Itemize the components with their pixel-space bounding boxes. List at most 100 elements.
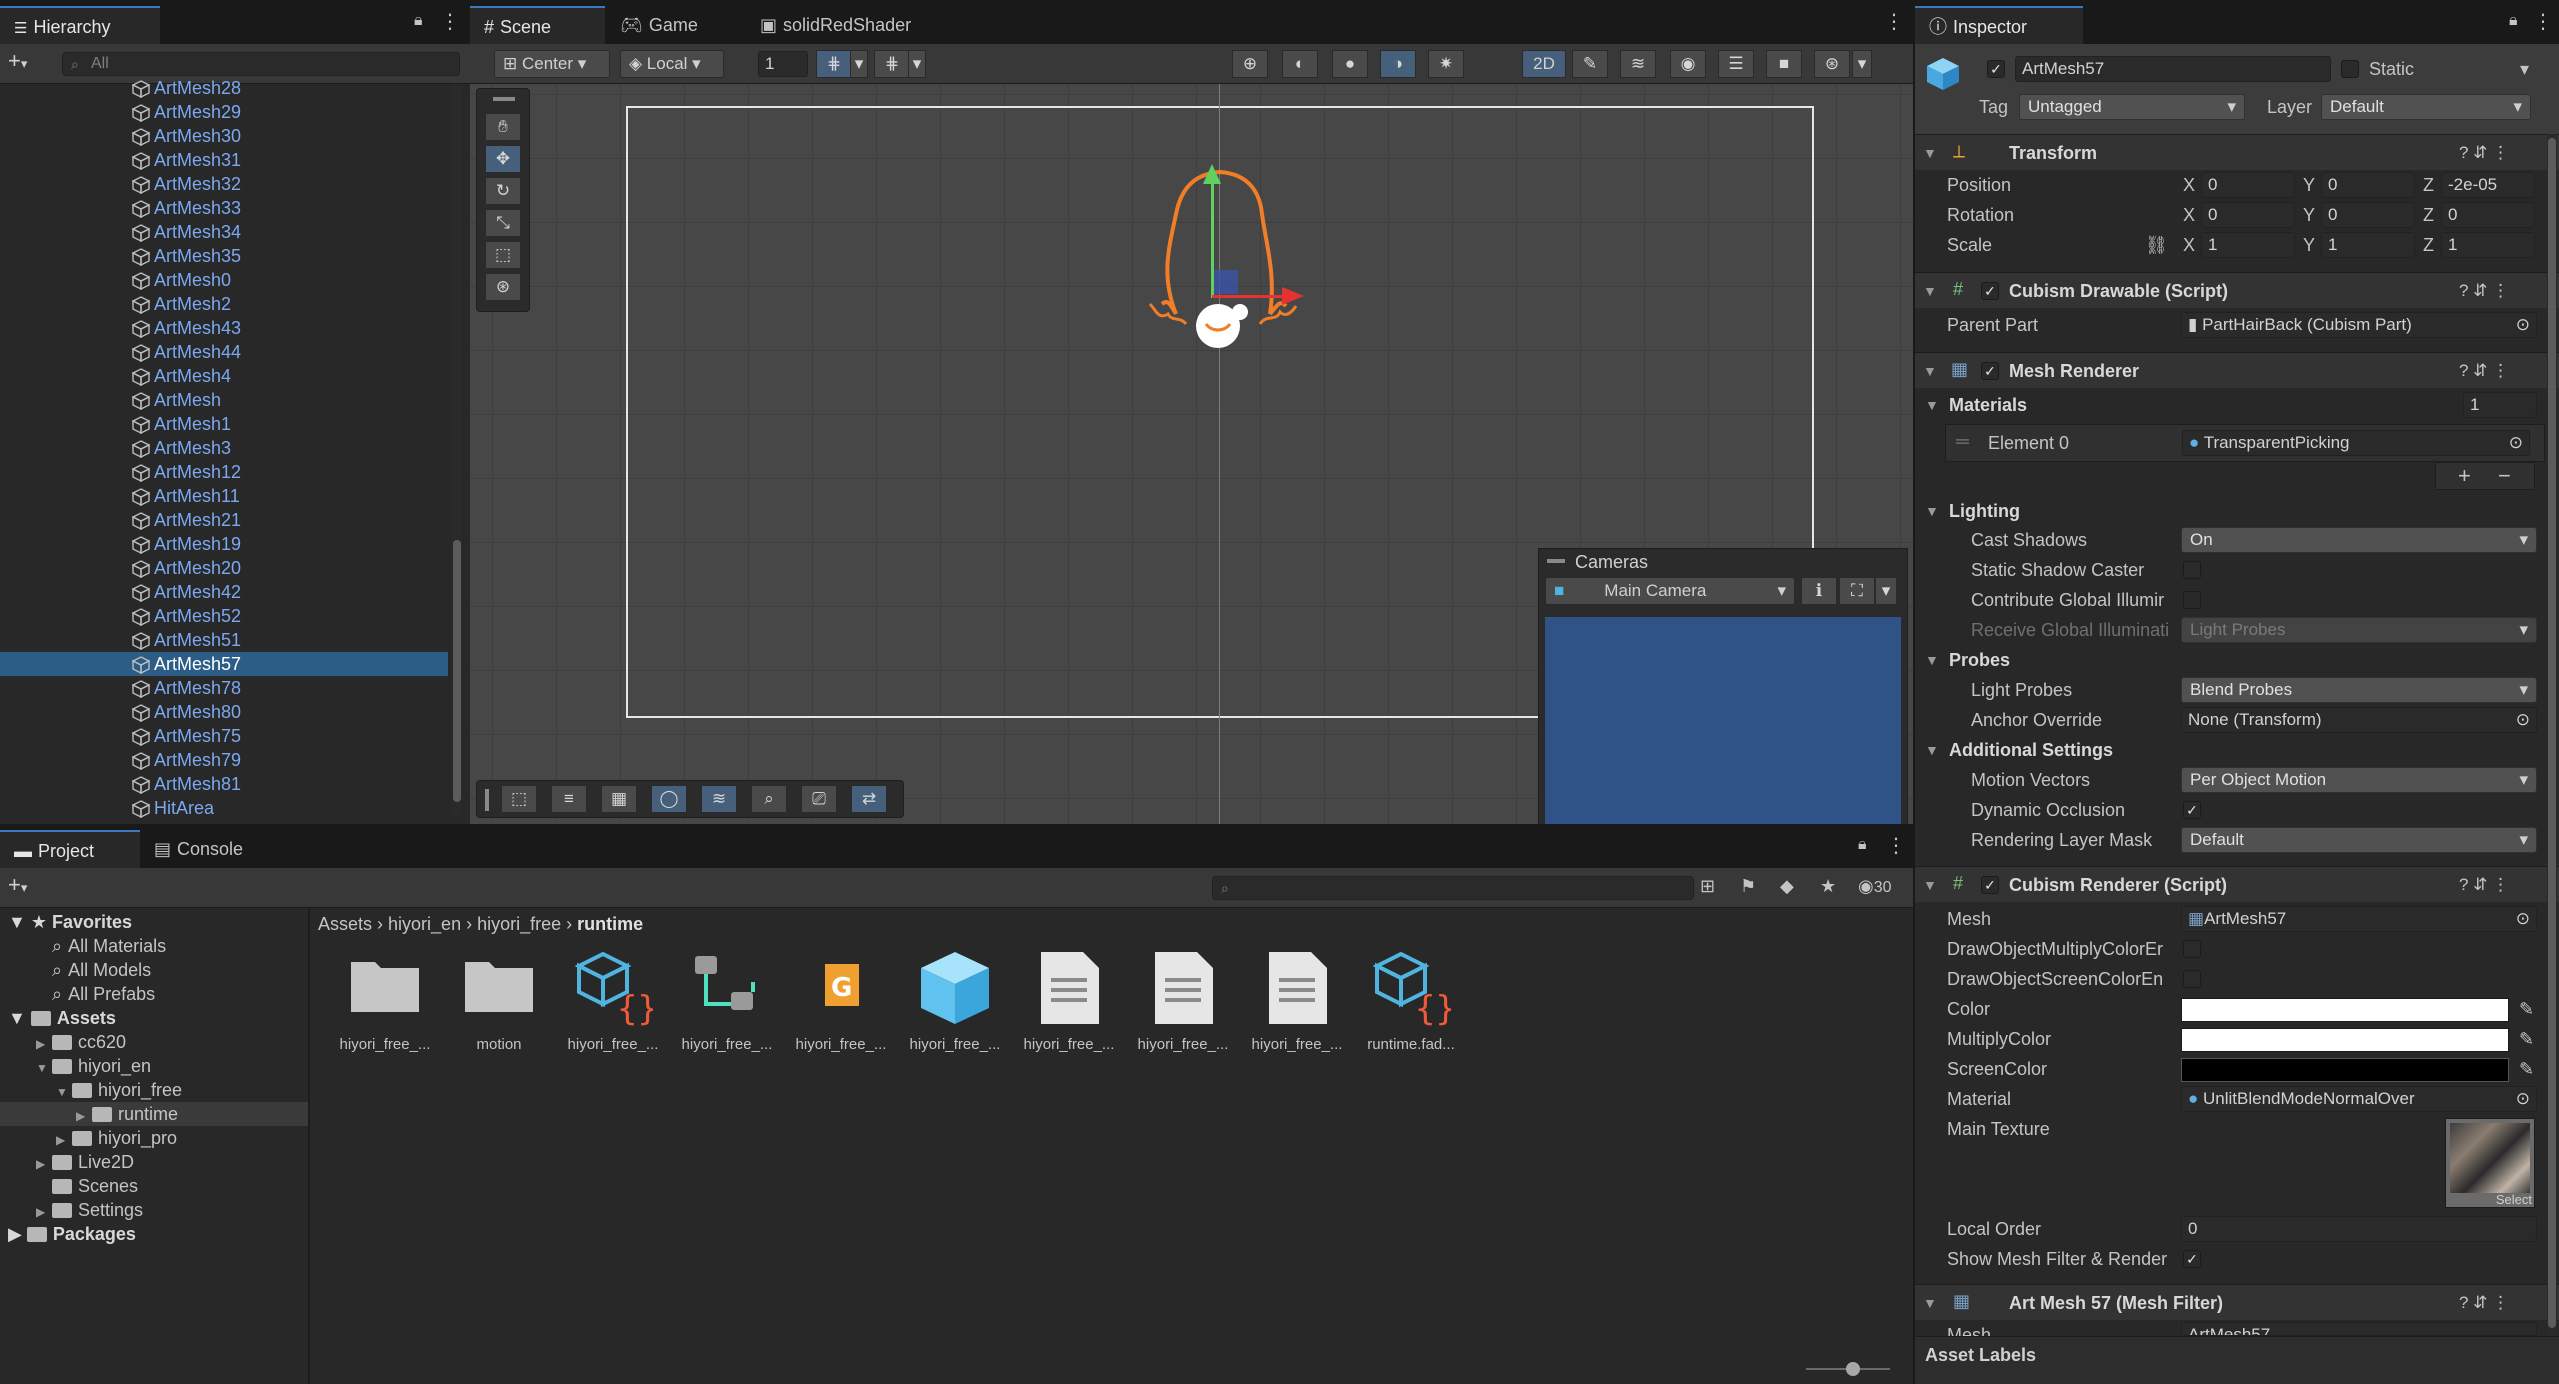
tab-inspector[interactable]: ⓘ Inspector [1915,6,2083,44]
search-by-type-icon[interactable]: ⊞ [1700,876,1715,897]
hierarchy-item[interactable]: ArtMesh1 [0,412,448,436]
additional-settings-fold-icon[interactable]: ▼ [1925,737,1939,763]
scale-x-field[interactable]: 1 [2201,232,2295,258]
gizmos-icon[interactable]: ⊛ [1814,50,1850,78]
hierarchy-item[interactable]: ArtMesh42 [0,580,448,604]
fold-arrow-icon[interactable]: ▼ [1923,1290,1937,1316]
move-tool-icon[interactable]: ✥ [485,145,521,173]
rotation-y-field[interactable]: 0 [2321,202,2415,228]
hierarchy-item[interactable]: ArtMesh11 [0,484,448,508]
favorites-item[interactable]: ⌕ All Materials [0,934,308,958]
project-search-input[interactable]: ⌕ [1212,876,1694,900]
fold-arrow-icon[interactable]: ▼ [36,1056,52,1080]
screen-color-enabled-checkbox[interactable] [2183,970,2201,988]
tab-project[interactable]: ▬ Project [0,830,140,868]
unlit-sphere-icon[interactable]: ● [1332,50,1368,78]
hierarchy-item[interactable]: ArtMesh51 [0,628,448,652]
debug-draw-mode-icon[interactable]: ✷ [1428,50,1464,78]
gizmo-x-arrow[interactable] [1282,287,1304,305]
anchor-override-field[interactable]: None (Transform) ⊙ [2181,707,2537,733]
breadcrumb-hiyori-en[interactable]: hiyori_en [388,914,461,934]
breadcrumb-assets[interactable]: Assets [318,914,372,934]
component-help-settings-icons[interactable]: ? ⇵ ⋮ [2459,273,2509,309]
light-probes-dropdown[interactable]: Blend Probes [2181,677,2537,703]
hierarchy-item[interactable]: ArtMesh30 [0,124,448,148]
hierarchy-item[interactable]: ArtMesh75 [0,724,448,748]
search-by-label-icon[interactable]: ⚑ [1740,876,1756,897]
folder-tree-item[interactable]: ▶ hiyori_pro [0,1126,308,1150]
folder-tree-item[interactable]: ▶ cc620 [0,1030,308,1054]
folder-tree-item[interactable]: ▶ Live2D [0,1150,308,1174]
hierarchy-item[interactable]: ArtMesh57 [0,652,448,676]
circle-tool-icon[interactable]: ◯ [651,785,687,813]
zoom-slider-track[interactable] [1806,1362,1890,1376]
shaded-sphere-icon[interactable]: ◑ [1380,50,1416,78]
cubism-renderer-header[interactable]: ▼ # ✓ Cubism Renderer (Script) ? ⇵ ⋮ [1915,866,2559,902]
tab-solid-red-shader[interactable]: ▣ solidRedShader [746,6,925,44]
hierarchy-item[interactable]: ArtMesh19 [0,532,448,556]
fold-arrow-icon[interactable]: ▶ [56,1128,72,1152]
asset-item[interactable]: {} runtime.fad... [1356,940,1466,1070]
hierarchy-item[interactable]: ArtMesh43 [0,316,448,340]
scene-visibility-eye-icon[interactable]: ◉ [1670,50,1706,78]
hierarchy-menu-icon[interactable]: ⋮ [440,10,460,34]
fold-arrow-icon[interactable]: ▶ [36,1152,52,1176]
shuffle-icon[interactable]: ⇄ [851,785,887,813]
object-picker-icon[interactable]: ⊙ [2516,907,2530,931]
favorite-star-icon[interactable]: ★ [1820,876,1836,897]
mesh-filter-mesh-field[interactable]: ArtMesh57 [2181,1322,2537,1336]
rotation-x-field[interactable]: 0 [2201,202,2295,228]
wireframe-globe-icon[interactable]: ⊕ [1232,50,1268,78]
color-swatch[interactable] [2181,998,2509,1022]
local-order-field[interactable]: 0 [2181,1216,2537,1242]
hierarchy-item[interactable]: ArtMesh29 [0,100,448,124]
scale-z-field[interactable]: 1 [2441,232,2535,258]
hierarchy-item[interactable]: ArtMesh80 [0,700,448,724]
rect-select-icon[interactable]: ⬚ [501,785,537,813]
asset-item[interactable]: Ghiyori_free_... [786,940,896,1070]
mesh-filter-header[interactable]: ▼ ▦ Art Mesh 57 (Mesh Filter) ? ⇵ ⋮ [1915,1284,2559,1320]
main-texture-thumbnail[interactable]: Select [2445,1118,2535,1208]
folder-tree-item[interactable]: Scenes [0,1174,308,1198]
multiply-color-enabled-checkbox[interactable] [2183,940,2201,958]
screen-color-swatch[interactable] [2181,1058,2509,1082]
rect-tool-icon[interactable]: ⬚ [485,241,521,269]
eyedropper-icon[interactable]: ✎ [2519,1026,2534,1052]
hierarchy-item[interactable]: ArtMesh0 [0,268,448,292]
camera-fullscreen-icon[interactable]: ⛶ [1839,577,1875,605]
material-field[interactable]: ● UnlitBlendModeNormalOver ⊙ [2181,1086,2537,1112]
layer-dropdown[interactable]: Default [2321,94,2531,120]
static-checkbox[interactable] [2341,60,2359,78]
hand-tool-icon[interactable]: ✋︎ [485,113,521,141]
gizmos-dropdown-icon[interactable]: ▾ [1852,50,1872,78]
constrain-proportions-icon[interactable]: ⛓ [2145,232,2168,258]
drag-handle-icon[interactable]: ═ [1956,431,1969,452]
inspector-lock-icon[interactable]: 🔒︎ [2509,12,2518,30]
asset-item[interactable]: hiyori_free_... [900,940,1010,1070]
dynamic-occlusion-checkbox[interactable]: ✓ [2183,801,2201,819]
object-picker-icon[interactable]: ⊙ [2516,313,2530,337]
scene-menu-icon[interactable]: ⋮ [1884,10,1904,34]
folder-tree-item[interactable]: ▶ Settings [0,1198,308,1222]
object-picker-icon[interactable]: ⊙ [2516,1087,2530,1111]
hierarchy-item[interactable]: ArtMesh32 [0,172,448,196]
asset-item[interactable]: hiyori_free_... [672,940,782,1070]
hierarchy-scroll-thumb[interactable] [453,540,461,802]
hierarchy-scrollbar[interactable] [452,84,462,814]
component-help-settings-icons[interactable]: ? ⇵ ⋮ [2459,867,2509,903]
rotate-tool-icon[interactable]: ↻ [485,177,521,205]
fold-arrow-icon[interactable]: ▶ [36,1032,52,1056]
folder-tree-item[interactable]: ▶ runtime [0,1102,308,1126]
scale-tool-icon[interactable]: ⤡ [485,209,521,237]
scene-viewport[interactable]: ✋︎ ✥ ↻ ⤡ ⬚ ⊛ ⬚ ≡ ▦ ◯ ≋ ⌕ ⎚ ⇄ Cameras ■ Ma… [470,84,1913,824]
folder-tree-item[interactable]: ▼ hiyori_en [0,1054,308,1078]
rotation-z-field[interactable]: 0 [2441,202,2535,228]
fold-arrow-icon[interactable]: ▼ [1923,278,1937,304]
multiply-color-swatch[interactable] [2181,1028,2509,1052]
tab-scene[interactable]: # Scene [470,6,605,44]
lighting-fold-icon[interactable]: ▼ [1925,498,1939,524]
fold-arrow-icon[interactable]: ▶ [76,1104,92,1128]
shaded-wire-icon[interactable]: ◐ [1282,50,1318,78]
pivot-rotation-dropdown[interactable]: ◈ Local ▾ [620,50,724,78]
hierarchy-item[interactable]: ArtMesh12 [0,460,448,484]
